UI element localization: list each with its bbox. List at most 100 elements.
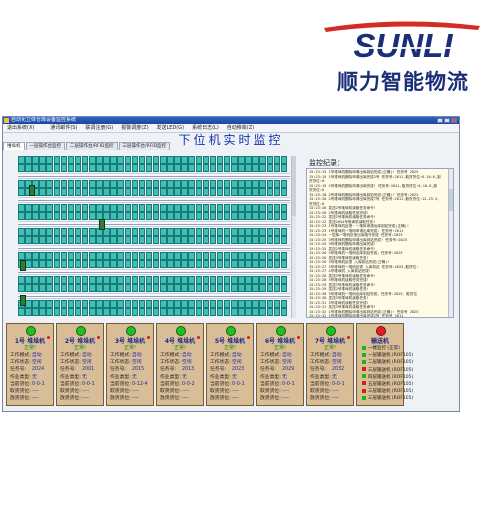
storage-slot[interactable]	[145, 204, 153, 212]
storage-slot[interactable]	[18, 156, 25, 164]
storage-slot[interactable]	[145, 276, 153, 284]
storage-slot[interactable]	[280, 164, 288, 172]
storage-slot[interactable]	[209, 212, 217, 220]
storage-slot[interactable]	[81, 228, 89, 236]
storage-slot[interactable]	[131, 188, 139, 196]
storage-slot[interactable]	[252, 300, 259, 308]
storage-slot[interactable]	[280, 180, 288, 188]
storage-slot[interactable]	[25, 164, 32, 172]
storage-slot[interactable]	[53, 308, 60, 316]
storage-slot[interactable]	[96, 180, 103, 188]
storage-slot[interactable]	[46, 180, 53, 188]
storage-slot[interactable]	[181, 156, 188, 164]
storage-slot[interactable]	[238, 204, 245, 212]
storage-slot[interactable]	[223, 260, 231, 268]
storage-slot[interactable]	[25, 276, 32, 284]
storage-slot[interactable]	[138, 156, 146, 164]
storage-slot[interactable]	[202, 180, 210, 188]
storage-slot[interactable]	[74, 156, 82, 164]
storage-slot[interactable]	[145, 236, 153, 244]
storage-slot[interactable]	[110, 300, 117, 308]
storage-slot[interactable]	[60, 180, 68, 188]
storage-slot[interactable]	[273, 180, 281, 188]
storage-slot[interactable]	[81, 300, 89, 308]
storage-slot[interactable]	[252, 260, 259, 268]
storage-slot[interactable]	[181, 236, 188, 244]
storage-slot[interactable]	[32, 260, 39, 268]
storage-slot[interactable]	[160, 252, 167, 260]
storage-slot[interactable]	[117, 308, 124, 316]
storage-slot[interactable]	[160, 164, 167, 172]
storage-slot[interactable]	[32, 284, 39, 292]
storage-slot[interactable]	[74, 284, 82, 292]
storage-slot[interactable]	[223, 156, 231, 164]
storage-slot[interactable]	[89, 252, 96, 260]
storage-slot[interactable]	[245, 180, 252, 188]
stacker-card-5[interactable]: 5号 堆垛机 正常! 工作模式:自动 工作状态:空闲 任务号: 2023 作业类型:无 当前货…	[206, 323, 254, 406]
storage-slot[interactable]	[202, 156, 210, 164]
stacker-card-1[interactable]: 1号 堆垛机 正常! 工作模式:自动 工作状态:空闲 任务号: 2024 作业类型:无 当前货…	[6, 323, 54, 406]
storage-slot[interactable]	[252, 212, 259, 220]
storage-slot[interactable]	[81, 284, 89, 292]
storage-slot[interactable]	[216, 212, 224, 220]
storage-slot[interactable]	[25, 228, 32, 236]
storage-slot[interactable]	[160, 156, 167, 164]
storage-slot[interactable]	[174, 204, 181, 212]
storage-slot[interactable]	[67, 276, 75, 284]
storage-slot[interactable]	[216, 252, 224, 260]
storage-slot[interactable]	[25, 308, 32, 316]
storage-slot[interactable]	[202, 188, 210, 196]
storage-slot[interactable]	[81, 252, 89, 260]
storage-slot[interactable]	[89, 276, 96, 284]
storage-slot[interactable]	[32, 300, 39, 308]
storage-slot[interactable]	[174, 188, 181, 196]
storage-slot[interactable]	[209, 308, 217, 316]
storage-slot[interactable]	[181, 252, 188, 260]
storage-slot[interactable]	[89, 156, 96, 164]
storage-slot[interactable]	[124, 164, 131, 172]
storage-slot[interactable]	[53, 204, 60, 212]
storage-slot[interactable]	[209, 300, 217, 308]
storage-slot[interactable]	[81, 212, 89, 220]
storage-slot[interactable]	[131, 276, 139, 284]
storage-slot[interactable]	[202, 204, 210, 212]
stacker-marker[interactable]	[29, 185, 35, 196]
storage-slot[interactable]	[167, 284, 174, 292]
storage-slot[interactable]	[89, 204, 96, 212]
storage-slot[interactable]	[181, 228, 188, 236]
storage-slot[interactable]	[25, 300, 32, 308]
storage-slot[interactable]	[131, 300, 139, 308]
storage-slot[interactable]	[280, 228, 288, 236]
storage-slot[interactable]	[245, 300, 252, 308]
storage-slot[interactable]	[167, 156, 174, 164]
storage-slot[interactable]	[103, 188, 110, 196]
storage-slot[interactable]	[160, 228, 167, 236]
storage-slot[interactable]	[160, 300, 167, 308]
storage-slot[interactable]	[167, 164, 174, 172]
storage-slot[interactable]	[266, 228, 273, 236]
storage-slot[interactable]	[273, 260, 281, 268]
storage-slot[interactable]	[209, 252, 217, 260]
storage-slot[interactable]	[39, 164, 46, 172]
storage-slot[interactable]	[167, 300, 174, 308]
storage-slot[interactable]	[273, 188, 281, 196]
storage-slot[interactable]	[266, 284, 273, 292]
storage-slot[interactable]	[195, 236, 202, 244]
storage-slot[interactable]	[89, 164, 96, 172]
storage-slot[interactable]	[103, 308, 110, 316]
storage-slot[interactable]	[145, 252, 153, 260]
storage-slot[interactable]	[89, 188, 96, 196]
storage-slot[interactable]	[96, 260, 103, 268]
storage-slot[interactable]	[216, 156, 224, 164]
tab-floor3-console[interactable]: 三层操作台/RFID监控	[118, 142, 171, 150]
storage-slot[interactable]	[174, 276, 181, 284]
storage-slot[interactable]	[167, 276, 174, 284]
storage-slot[interactable]	[60, 228, 68, 236]
storage-slot[interactable]	[273, 308, 281, 316]
minimize-button[interactable]	[437, 118, 443, 123]
storage-slot[interactable]	[181, 212, 188, 220]
storage-slot[interactable]	[167, 180, 174, 188]
storage-slot[interactable]	[103, 284, 110, 292]
storage-slot[interactable]	[238, 212, 245, 220]
storage-slot[interactable]	[174, 212, 181, 220]
